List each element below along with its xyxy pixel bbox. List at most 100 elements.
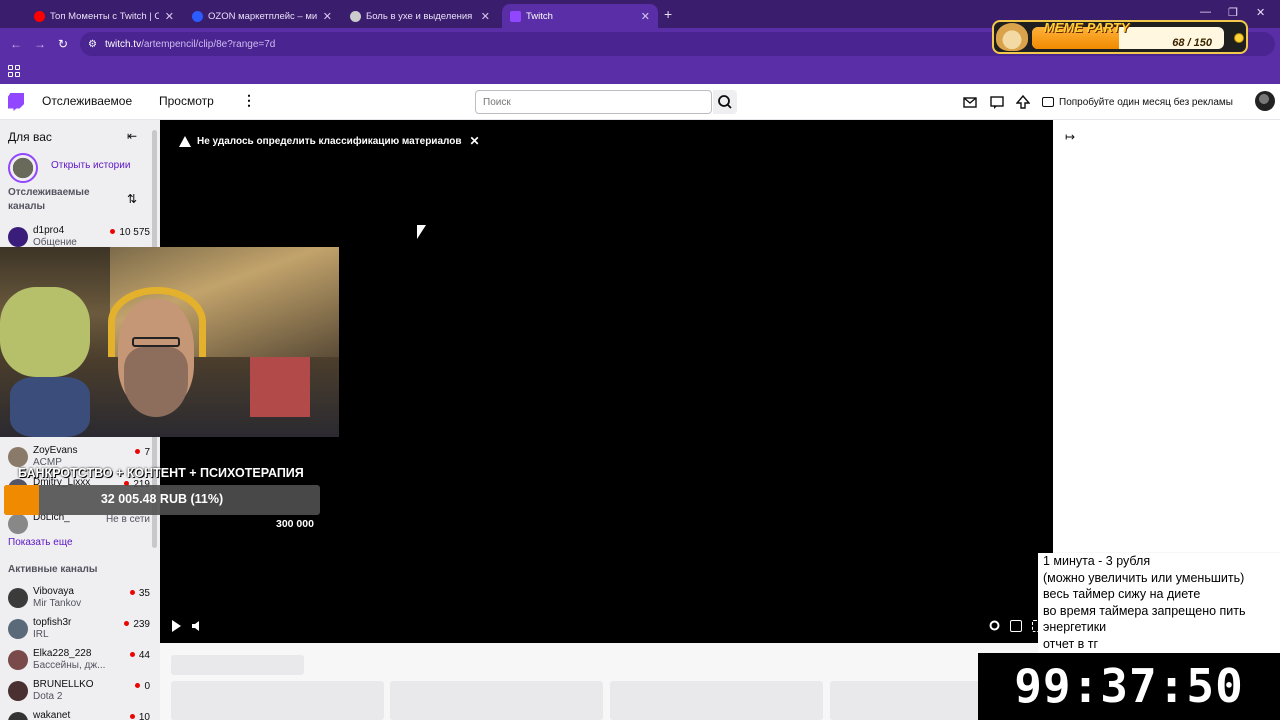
streamer-webcam bbox=[0, 247, 339, 437]
crown-prime-icon[interactable] bbox=[1016, 95, 1030, 109]
placeholder-card bbox=[830, 681, 980, 720]
tab-title: Топ Моменты с Twitch | Снова bbox=[50, 10, 159, 22]
content-placeholder-area bbox=[160, 643, 1053, 720]
browser-tab-active[interactable]: Twitch ✕ bbox=[502, 4, 658, 28]
viewer-count-value: 10 bbox=[138, 712, 150, 720]
channel-name: Elka228_228 bbox=[33, 648, 92, 659]
rule-line: энергетики bbox=[1043, 620, 1107, 635]
window-close-icon[interactable]: ✕ bbox=[1256, 6, 1265, 19]
twitch-logo-icon[interactable] bbox=[8, 93, 24, 111]
tab-title: Боль в ухе и выделения bbox=[366, 10, 473, 22]
user-avatar[interactable] bbox=[1255, 91, 1275, 111]
mouse-cursor-icon bbox=[417, 225, 426, 239]
nav-browse-link[interactable]: Просмотр bbox=[159, 94, 214, 108]
inbox-icon[interactable] bbox=[963, 95, 977, 109]
viewer-count: 44 bbox=[129, 650, 150, 661]
avatar bbox=[8, 514, 28, 534]
expand-chat-icon[interactable]: ↦ bbox=[1065, 130, 1075, 144]
close-tab-icon[interactable]: ✕ bbox=[165, 10, 174, 23]
back-icon[interactable]: ← bbox=[10, 37, 22, 51]
viewer-count-value: 35 bbox=[138, 588, 150, 599]
active-channels-heading: Активные каналы bbox=[8, 564, 98, 575]
live-dot-icon bbox=[129, 652, 135, 657]
settings-icon[interactable] bbox=[988, 619, 1001, 632]
twitch-top-nav: Отслеживаемое Просмотр ⋮ Попробуйте один… bbox=[0, 84, 1280, 120]
open-stories-link[interactable]: Открыть истории bbox=[51, 160, 130, 171]
close-tab-icon[interactable]: ✕ bbox=[481, 10, 490, 23]
browser-tab[interactable]: Боль в ухе и выделения ✕ bbox=[342, 4, 498, 28]
new-tab-icon[interactable]: + bbox=[664, 6, 672, 22]
warning-icon bbox=[179, 135, 191, 147]
whispers-icon[interactable] bbox=[990, 95, 1004, 109]
rule-line: весь таймер сижу на диете bbox=[1043, 587, 1201, 602]
twitch-icon bbox=[510, 10, 521, 22]
placeholder-card bbox=[610, 681, 823, 720]
minimize-icon[interactable]: — bbox=[1200, 6, 1211, 18]
sidebar-channel[interactable]: Elka228_228 Бассейны, дж... 44 bbox=[0, 647, 150, 677]
channel-name: wakanet bbox=[33, 710, 71, 720]
meme-title: MEME PARTY bbox=[1044, 20, 1130, 35]
placeholder-title bbox=[171, 655, 304, 675]
warning-text: Не удалось определить классификацию мате… bbox=[197, 135, 462, 147]
channel-name: topfish3r bbox=[33, 617, 72, 628]
avatar bbox=[8, 681, 28, 701]
avatar bbox=[8, 619, 28, 639]
theatre-mode-icon[interactable] bbox=[1010, 620, 1022, 632]
browser-tab[interactable]: OZON маркетплейс – миллионы ✕ bbox=[184, 4, 340, 28]
search-icon bbox=[718, 95, 732, 109]
youtube-icon bbox=[34, 10, 45, 22]
search-button[interactable] bbox=[713, 90, 737, 114]
sort-icon[interactable]: ⇅ bbox=[127, 192, 137, 206]
globe-icon bbox=[350, 10, 361, 22]
channel-category: Dota 2 bbox=[33, 691, 63, 702]
rule-line: 1 минута - 3 рубля bbox=[1043, 554, 1151, 568]
forward-icon[interactable]: → bbox=[34, 37, 46, 51]
countdown-timer: 99:37:50 bbox=[978, 653, 1280, 720]
sidebar-channel[interactable]: Vibovaya Mir Tankov 35 bbox=[0, 585, 150, 615]
sidebar-channel[interactable]: wakanet 10 bbox=[0, 709, 150, 720]
ozon-icon bbox=[192, 10, 203, 22]
channel-name: BRUNELLKO bbox=[33, 679, 94, 690]
webcam-clothes bbox=[10, 377, 90, 437]
timer-rules: 1 минута - 3 рубля (можно увеличить или … bbox=[1038, 553, 1280, 653]
sidebar-channel[interactable]: BRUNELLKO Dota 2 0 bbox=[0, 678, 150, 708]
dismiss-warning-icon[interactable]: ✕ bbox=[470, 134, 480, 148]
ad-free-promo-button[interactable]: Попробуйте один месяц без рекламы bbox=[1042, 91, 1233, 113]
tab-title: Twitch bbox=[526, 10, 553, 22]
apps-grid-icon[interactable] bbox=[8, 65, 20, 77]
meme-party-widget: 68 / 150 MEME PARTY bbox=[992, 20, 1248, 54]
search-input[interactable] bbox=[475, 90, 712, 114]
live-dot-icon bbox=[135, 449, 141, 454]
viewer-count-value: 0 bbox=[144, 681, 150, 692]
url-path: /artempencil/clip/8e?range=7d bbox=[141, 38, 276, 50]
rule-line: отчет в тг bbox=[1043, 636, 1099, 651]
avatar bbox=[8, 650, 28, 670]
stories-avatar[interactable] bbox=[8, 153, 38, 183]
sidebar-channel[interactable]: topfish3r IRL 239 bbox=[0, 616, 150, 646]
viewer-count: 35 bbox=[129, 588, 150, 599]
volume-icon[interactable] bbox=[192, 621, 202, 631]
close-tab-icon[interactable]: ✕ bbox=[323, 10, 332, 23]
avatar bbox=[8, 227, 28, 247]
show-more-link[interactable]: Показать еще bbox=[8, 537, 73, 548]
site-info-icon[interactable]: ⚙ bbox=[88, 39, 97, 50]
more-options-icon[interactable]: ⋮ bbox=[242, 92, 256, 109]
collapse-sidebar-icon[interactable]: ⇤ bbox=[127, 129, 137, 143]
viewer-count: 10 bbox=[129, 712, 150, 720]
avatar bbox=[8, 447, 28, 467]
play-icon[interactable] bbox=[172, 620, 181, 632]
viewer-count: 0 bbox=[135, 681, 150, 692]
tv-icon bbox=[1042, 97, 1054, 107]
placeholder-card bbox=[171, 681, 384, 720]
sidebar-heading: Для вас bbox=[8, 130, 52, 144]
maximize-icon[interactable]: ❐ bbox=[1228, 6, 1238, 19]
avatar bbox=[8, 588, 28, 608]
nav-following-link[interactable]: Отслеживаемое bbox=[42, 94, 132, 108]
glasses-icon bbox=[132, 337, 180, 347]
viewer-count: 239 bbox=[124, 619, 150, 630]
close-tab-icon[interactable]: ✕ bbox=[641, 10, 650, 23]
live-dot-icon bbox=[129, 714, 135, 719]
browser-tab[interactable]: Топ Моменты с Twitch | Снова ✕ bbox=[26, 4, 182, 28]
reload-icon[interactable]: ↻ bbox=[58, 37, 68, 51]
streamer-beard bbox=[124, 347, 188, 417]
